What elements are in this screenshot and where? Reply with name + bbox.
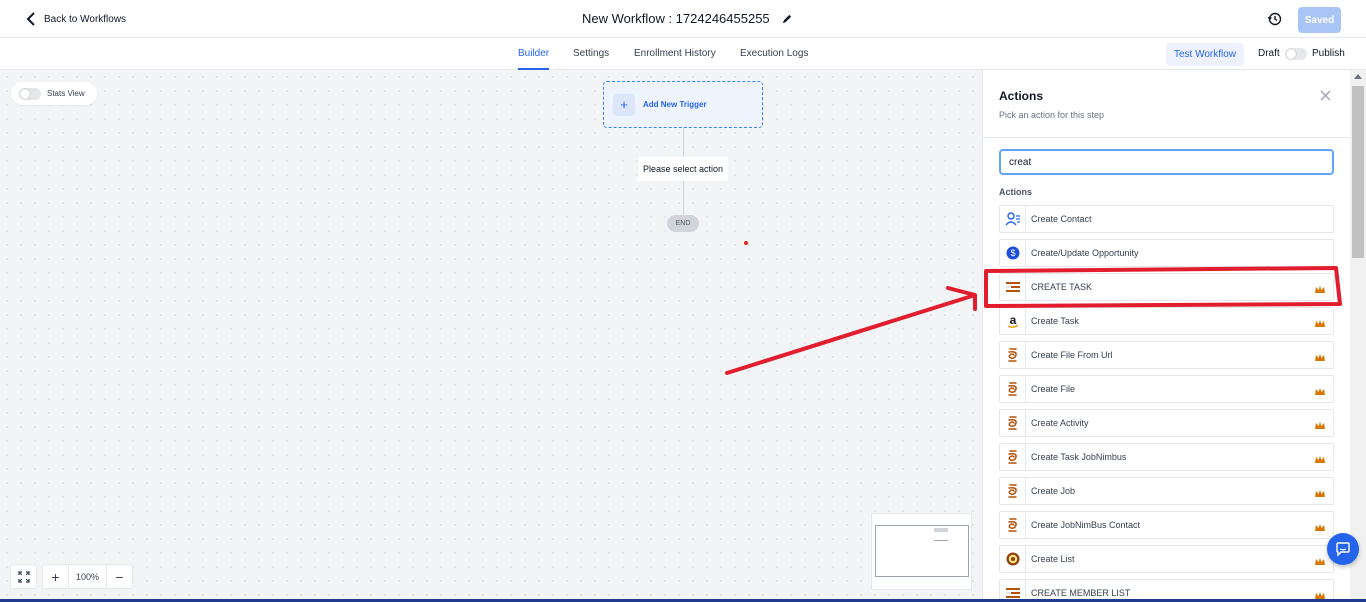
tab-execution-logs[interactable]: Execution Logs [740,48,808,59]
tab-enrollment-history[interactable]: Enrollment History [634,48,716,59]
action-item-label: CREATE TASK [1031,282,1093,292]
jobnimbus-icon [1000,444,1026,470]
target-icon [1000,546,1026,572]
expand-icon [17,570,30,583]
action-item[interactable]: Create JobNimBus Contact [999,511,1334,539]
chat-bubble-icon [1336,542,1350,557]
end-node: END [667,215,699,232]
contact-icon [1000,206,1026,232]
section-label: Actions [999,187,1033,197]
action-item-label: CREATE MEMBER LIST [1031,588,1131,598]
publish-label: Publish [1312,48,1345,59]
amazon-icon: a [1000,308,1026,334]
jobnimbus-icon [1000,410,1026,436]
test-workflow-button[interactable]: Test Workflow [1166,43,1244,66]
tab-builder[interactable]: Builder [518,48,550,70]
jobnimbus-icon [1000,376,1026,402]
action-item-label: Create File [1031,384,1076,394]
workflow-title: New Workflow : 1724246455255 [582,11,793,26]
action-item[interactable]: Create File [999,375,1334,403]
actions-panel: Actions Pick an action for this step Act… [982,70,1351,602]
crown-icon [1314,486,1326,497]
action-search-input[interactable] [999,149,1334,175]
svg-text:$: $ [1010,248,1015,258]
action-item-label: Create Task [1031,316,1079,326]
svg-text:a: a [1009,313,1016,327]
dollar-icon: $ [1000,240,1026,266]
action-item[interactable]: Create Activity [999,409,1334,437]
connector-line [683,181,684,215]
tab-bar: Builder Settings Enrollment History Exec… [0,38,1366,70]
panel-title: Actions [999,89,1044,103]
tab-settings[interactable]: Settings [573,48,609,59]
connector-line [683,128,684,157]
jobnimbus-icon [1000,342,1026,368]
crown-icon [1314,384,1326,395]
scroll-thumb[interactable] [1352,86,1364,258]
action-item[interactable]: $ Create/Update Opportunity [999,239,1334,267]
minimap-viewport[interactable] [875,525,969,577]
action-item-label: Create JobNimBus Contact [1031,520,1141,530]
fit-view-button[interactable] [10,564,37,589]
action-item-label: Create Job [1031,486,1076,496]
action-item[interactable]: Create List [999,545,1334,573]
crown-icon [1314,418,1326,429]
add-new-trigger-label: Add New Trigger [643,100,707,109]
zoom-level: 100% [68,565,107,588]
minimap[interactable] [871,513,972,590]
jobnimbus-icon [1000,478,1026,504]
saved-button[interactable]: Saved [1298,7,1341,33]
back-label: Back to Workflows [44,13,127,25]
chevron-left-icon [26,12,35,26]
crown-icon [1314,554,1326,565]
history-icon[interactable] [1267,11,1283,27]
divider [983,137,1351,138]
zoom-controls: + 100% − [42,564,133,589]
zoom-in-button[interactable]: + [43,565,68,588]
zoom-out-button[interactable]: − [107,565,132,588]
panel-subtitle: Pick an action for this step [999,110,1105,120]
edit-pencil-icon[interactable] [782,13,793,24]
stats-view-label: Stats View [47,89,85,98]
crown-icon [1314,588,1326,599]
action-item[interactable]: a Create Task [999,307,1334,335]
crown-icon [1314,452,1326,463]
action-item-label: Create Activity [1031,418,1089,428]
panel-scrollbar[interactable] [1350,70,1366,602]
crown-icon [1314,316,1326,327]
plus-icon: + [613,93,635,116]
select-action-node[interactable]: Please select action [638,157,728,181]
crown-icon [1314,350,1326,361]
minimap-node [934,540,948,541]
cursor-dot [744,241,748,245]
action-item[interactable]: Create File From Url [999,341,1334,369]
workflow-title-text: New Workflow : 1724246455255 [582,11,770,26]
stats-view-toggle[interactable]: Stats View [11,82,97,105]
close-icon[interactable] [1320,90,1331,101]
action-item-label: Create/Update Opportunity [1031,248,1139,258]
top-bar: Back to Workflows New Workflow : 1724246… [0,0,1366,38]
chat-button[interactable] [1327,533,1359,565]
action-list: Create Contact $ Create/Update Opportunity… [999,205,1334,602]
workflow-canvas[interactable]: Stats View + Add New Trigger Please sele… [0,70,982,602]
stats-view-switch[interactable] [19,87,41,100]
action-item[interactable]: CREATE TASK [999,273,1334,301]
action-item-label: Create File From Url [1031,350,1113,360]
action-item-label: Create List [1031,554,1075,564]
back-to-workflows-link[interactable]: Back to Workflows [26,12,126,26]
crown-icon [1314,520,1326,531]
stack-icon [1000,274,1026,300]
action-item-label: Create Task JobNimbus [1031,452,1127,462]
scroll-up-arrow[interactable] [1354,74,1362,79]
action-item[interactable]: Create Task JobNimbus [999,443,1334,471]
action-item-label: Create Contact [1031,214,1092,224]
action-item[interactable]: Create Job [999,477,1334,505]
crown-icon [1314,282,1326,293]
add-new-trigger-card[interactable]: + Add New Trigger [603,81,763,128]
publish-toggle[interactable] [1285,48,1307,60]
jobnimbus-icon [1000,512,1026,538]
draft-label: Draft [1258,48,1280,59]
action-item[interactable]: Create Contact [999,205,1334,233]
minimap-node [934,528,948,532]
